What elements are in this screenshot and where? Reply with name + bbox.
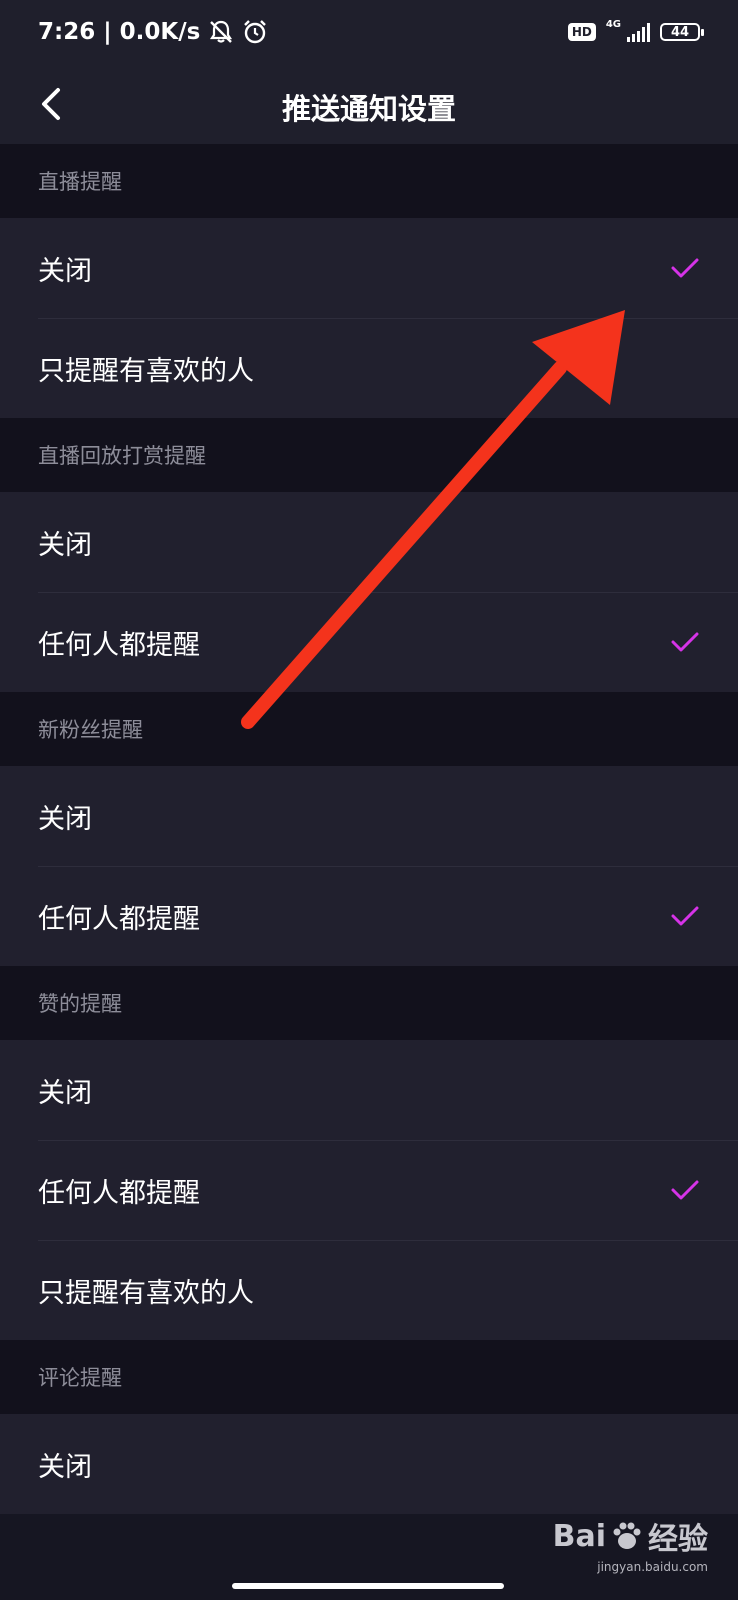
option-label: 任何人都提醒 (38, 1177, 200, 1209)
network-type: 4G (605, 18, 621, 30)
watermark-brand: Bai (552, 1518, 606, 1554)
option-likes-off[interactable]: 关闭 (0, 1040, 738, 1140)
option-likes-anyone[interactable]: 任何人都提醒 (0, 1140, 738, 1240)
option-label: 只提醒有喜欢的人 (38, 1277, 254, 1309)
option-comments-off[interactable]: 关闭 (0, 1414, 738, 1514)
option-replay-off[interactable]: 关闭 (0, 492, 738, 592)
checkmark-icon (671, 258, 699, 278)
status-separator: | (103, 19, 112, 45)
option-label: 关闭 (38, 1077, 92, 1109)
nav-bar: 推送通知设置 (0, 64, 738, 144)
status-right: HD 4G 44 (567, 18, 704, 42)
battery-icon: 44 (660, 23, 704, 41)
section-header-live: 直播提醒 (0, 144, 738, 218)
option-label: 任何人都提醒 (38, 629, 200, 661)
option-fans-anyone[interactable]: 任何人都提醒 (0, 866, 738, 966)
baidu-watermark: Bai 经验 jingyan.baidu.com (553, 1514, 708, 1575)
section-header-likes: 赞的提醒 (0, 966, 738, 1040)
home-indicator (232, 1583, 504, 1589)
option-label: 关闭 (38, 1451, 92, 1483)
option-label: 关闭 (38, 255, 92, 287)
section-header-replay-tip: 直播回放打赏提醒 (0, 418, 738, 492)
checkmark-icon (671, 1180, 699, 1200)
hd-badge: HD (567, 23, 596, 41)
option-fans-off[interactable]: 关闭 (0, 766, 738, 866)
option-replay-anyone[interactable]: 任何人都提醒 (0, 592, 738, 692)
watermark-url: jingyan.baidu.com (597, 1560, 708, 1574)
alarm-icon (244, 20, 267, 44)
option-label: 关闭 (38, 803, 92, 835)
page-title: 推送通知设置 (281, 92, 456, 126)
option-label: 关闭 (38, 529, 92, 561)
status-left: 7:26 | 0.0K/s (38, 19, 268, 45)
paw-icon (613, 1522, 641, 1549)
section-header-new-fans: 新粉丝提醒 (0, 692, 738, 766)
option-likes-liked-only[interactable]: 只提醒有喜欢的人 (0, 1240, 738, 1340)
option-label: 任何人都提醒 (38, 903, 200, 935)
option-live-liked-only[interactable]: 只提醒有喜欢的人 (0, 318, 738, 418)
notifications-muted-icon (210, 20, 233, 43)
status-network-speed: 0.0K/s (119, 19, 201, 45)
watermark-suffix: 经验 (648, 1522, 708, 1557)
checkmark-icon (671, 632, 699, 652)
battery-level: 44 (670, 24, 690, 40)
status-bar: 7:26 | 0.0K/s HD 4G 44 (0, 0, 738, 64)
settings-list: 直播提醒 关闭 只提醒有喜欢的人 直播回放打赏提醒 关闭 任何人都提醒 新粉丝提… (0, 144, 738, 1514)
option-label: 只提醒有喜欢的人 (38, 355, 254, 387)
watermark-logo: Bai 经验 (553, 1514, 708, 1558)
signal-icon (627, 22, 650, 42)
checkmark-icon (671, 906, 699, 926)
status-time: 7:26 (38, 19, 96, 45)
section-header-comments: 评论提醒 (0, 1340, 738, 1414)
option-live-off[interactable]: 关闭 (0, 218, 738, 318)
